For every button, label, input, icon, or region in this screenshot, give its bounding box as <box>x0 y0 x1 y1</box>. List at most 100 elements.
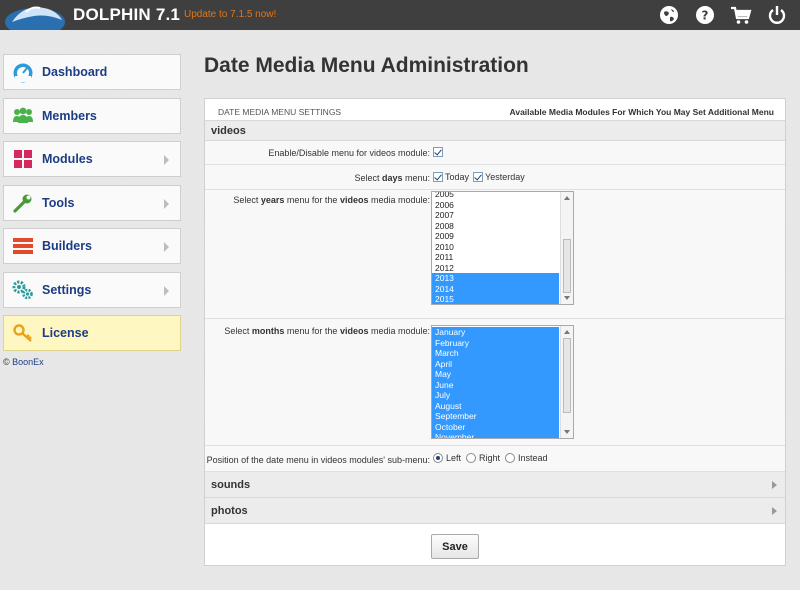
months-label-bold1: months <box>251 326 285 336</box>
position-right-label: Right <box>479 453 501 463</box>
globe-icon[interactable] <box>658 4 680 26</box>
list-option[interactable]: 2010 <box>432 242 559 253</box>
chevron-right-icon <box>164 198 169 209</box>
key-icon <box>12 322 34 344</box>
dolphin-logo[interactable] <box>4 0 66 36</box>
enable-label: Enable/Disable menu for videos module: <box>268 148 430 158</box>
sidebar-item-label: Dashboard <box>42 65 108 79</box>
sidebar-item-settings[interactable]: Settings <box>3 271 181 308</box>
days-label-pre: Select <box>354 173 382 183</box>
position-left-label: Left <box>446 453 462 463</box>
list-option[interactable]: 2013 <box>432 273 559 284</box>
svg-text:?: ? <box>702 9 709 23</box>
months-label-post: media module: <box>368 326 430 336</box>
list-option[interactable]: March <box>432 348 559 359</box>
position-instead-label: Instead <box>518 453 548 463</box>
list-option[interactable]: November <box>432 432 559 438</box>
panel-header: DATE MEDIA MENU SETTINGS Available Media… <box>205 99 785 121</box>
power-icon[interactable] <box>766 4 788 26</box>
years-label: Select years menu for the videos media m… <box>233 195 430 205</box>
modules-icon <box>12 148 34 170</box>
list-option[interactable]: May <box>432 369 559 380</box>
list-option[interactable]: January <box>432 327 559 338</box>
months-scrollbar[interactable] <box>560 326 573 438</box>
days-row: Select days menu: Today Yesterday <box>205 165 785 190</box>
sidebar-item-builders[interactable]: Builders <box>3 228 181 264</box>
section-photos-label: photos <box>211 505 248 517</box>
years-row: Select years menu for the videos media m… <box>205 190 785 319</box>
list-option[interactable]: 2014 <box>432 283 559 294</box>
help-icon[interactable]: ? <box>694 4 716 26</box>
position-right-radio[interactable] <box>466 453 477 463</box>
list-option[interactable]: 2006 <box>432 200 559 211</box>
sidebar-item-dashboard[interactable]: Dashboard <box>3 54 181 90</box>
sidebar-item-license[interactable]: License <box>3 315 181 351</box>
settings-panel: DATE MEDIA MENU SETTINGS Available Media… <box>204 98 786 566</box>
chevron-right-icon <box>772 481 777 489</box>
chevron-right-icon <box>164 285 169 296</box>
list-option[interactable]: 2009 <box>432 231 559 242</box>
sidebar-item-label: Members <box>42 108 97 123</box>
section-videos-label: videos <box>211 125 246 137</box>
position-left-radio[interactable] <box>433 453 443 463</box>
list-option[interactable]: 2012 <box>432 263 559 274</box>
days-label-post: menu: <box>402 173 430 183</box>
months-label-mid: menu for the <box>284 326 340 336</box>
update-link[interactable]: Update to 7.1.5 now! <box>184 9 276 20</box>
save-button[interactable]: Save <box>431 534 479 559</box>
years-label-bold2: videos <box>339 195 369 205</box>
days-label-bold: days <box>381 173 403 183</box>
section-videos[interactable]: videos <box>205 121 785 141</box>
list-option[interactable]: September <box>432 411 559 422</box>
brand-title: DOLPHIN 7.1 <box>73 5 181 24</box>
list-option[interactable]: June <box>432 379 559 390</box>
years-listbox[interactable]: 2005 2006 2007 2008 2009 2010 2011 2012 2013 2014… <box>431 191 574 305</box>
sidebar-item-label: Settings <box>42 282 92 297</box>
boonex-link[interactable]: BoonEx <box>12 357 44 367</box>
months-row: Select months menu for the videos media … <box>205 319 785 446</box>
sidebar-item-modules[interactable]: Modules <box>3 141 181 177</box>
position-instead-radio[interactable] <box>505 453 516 463</box>
enable-row: Enable/Disable menu for videos module: <box>205 141 785 165</box>
months-label-bold2: videos <box>339 326 369 336</box>
years-label-bold1: years <box>260 195 285 205</box>
cart-icon[interactable] <box>730 4 752 26</box>
list-option[interactable]: October <box>432 421 559 432</box>
list-option[interactable]: 2005 <box>432 192 559 200</box>
sidebar-item-members[interactable]: Members <box>3 97 181 134</box>
list-option[interactable]: 2011 <box>432 252 559 263</box>
gears-icon <box>12 279 34 301</box>
wrench-icon <box>12 192 34 214</box>
builders-icon <box>12 235 34 257</box>
today-checkbox[interactable] <box>433 172 443 182</box>
list-option[interactable]: August <box>432 400 559 411</box>
sidebar-item-label: License <box>42 326 89 340</box>
days-label: Select days menu: <box>354 173 430 183</box>
months-label: Select months menu for the videos media … <box>224 326 430 336</box>
sidebar-item-label: Modules <box>42 152 93 166</box>
yesterday-checkbox[interactable] <box>473 172 484 182</box>
copyright-symbol: © <box>3 357 10 367</box>
enable-checkbox[interactable] <box>433 147 443 157</box>
panel-header-title: DATE MEDIA MENU SETTINGS <box>218 107 342 117</box>
section-sounds[interactable]: sounds <box>205 472 785 498</box>
list-option[interactable]: April <box>432 358 559 369</box>
members-icon <box>12 105 34 127</box>
months-listbox[interactable]: January February March April May June July Augu… <box>431 325 574 439</box>
list-option[interactable]: July <box>432 390 559 401</box>
list-option[interactable]: 2008 <box>432 221 559 232</box>
yesterday-label: Yesterday <box>485 172 525 182</box>
section-photos[interactable]: photos <box>205 498 785 524</box>
years-scrollbar[interactable] <box>560 192 573 304</box>
sidebar-item-tools[interactable]: Tools <box>3 184 181 221</box>
years-label-mid: menu for the <box>284 195 340 205</box>
dashboard-icon <box>12 61 34 83</box>
sidebar-item-label: Tools <box>42 195 75 210</box>
list-option[interactable]: February <box>432 337 559 348</box>
today-label: Today <box>445 172 470 182</box>
list-option[interactable]: 2007 <box>432 210 559 221</box>
sidebar: Dashboard Members Modules Tools Builders… <box>3 54 181 359</box>
position-row: Position of the date menu in videos modu… <box>205 446 785 472</box>
list-option[interactable]: 2015 <box>432 294 559 304</box>
months-label-pre: Select <box>224 326 252 336</box>
